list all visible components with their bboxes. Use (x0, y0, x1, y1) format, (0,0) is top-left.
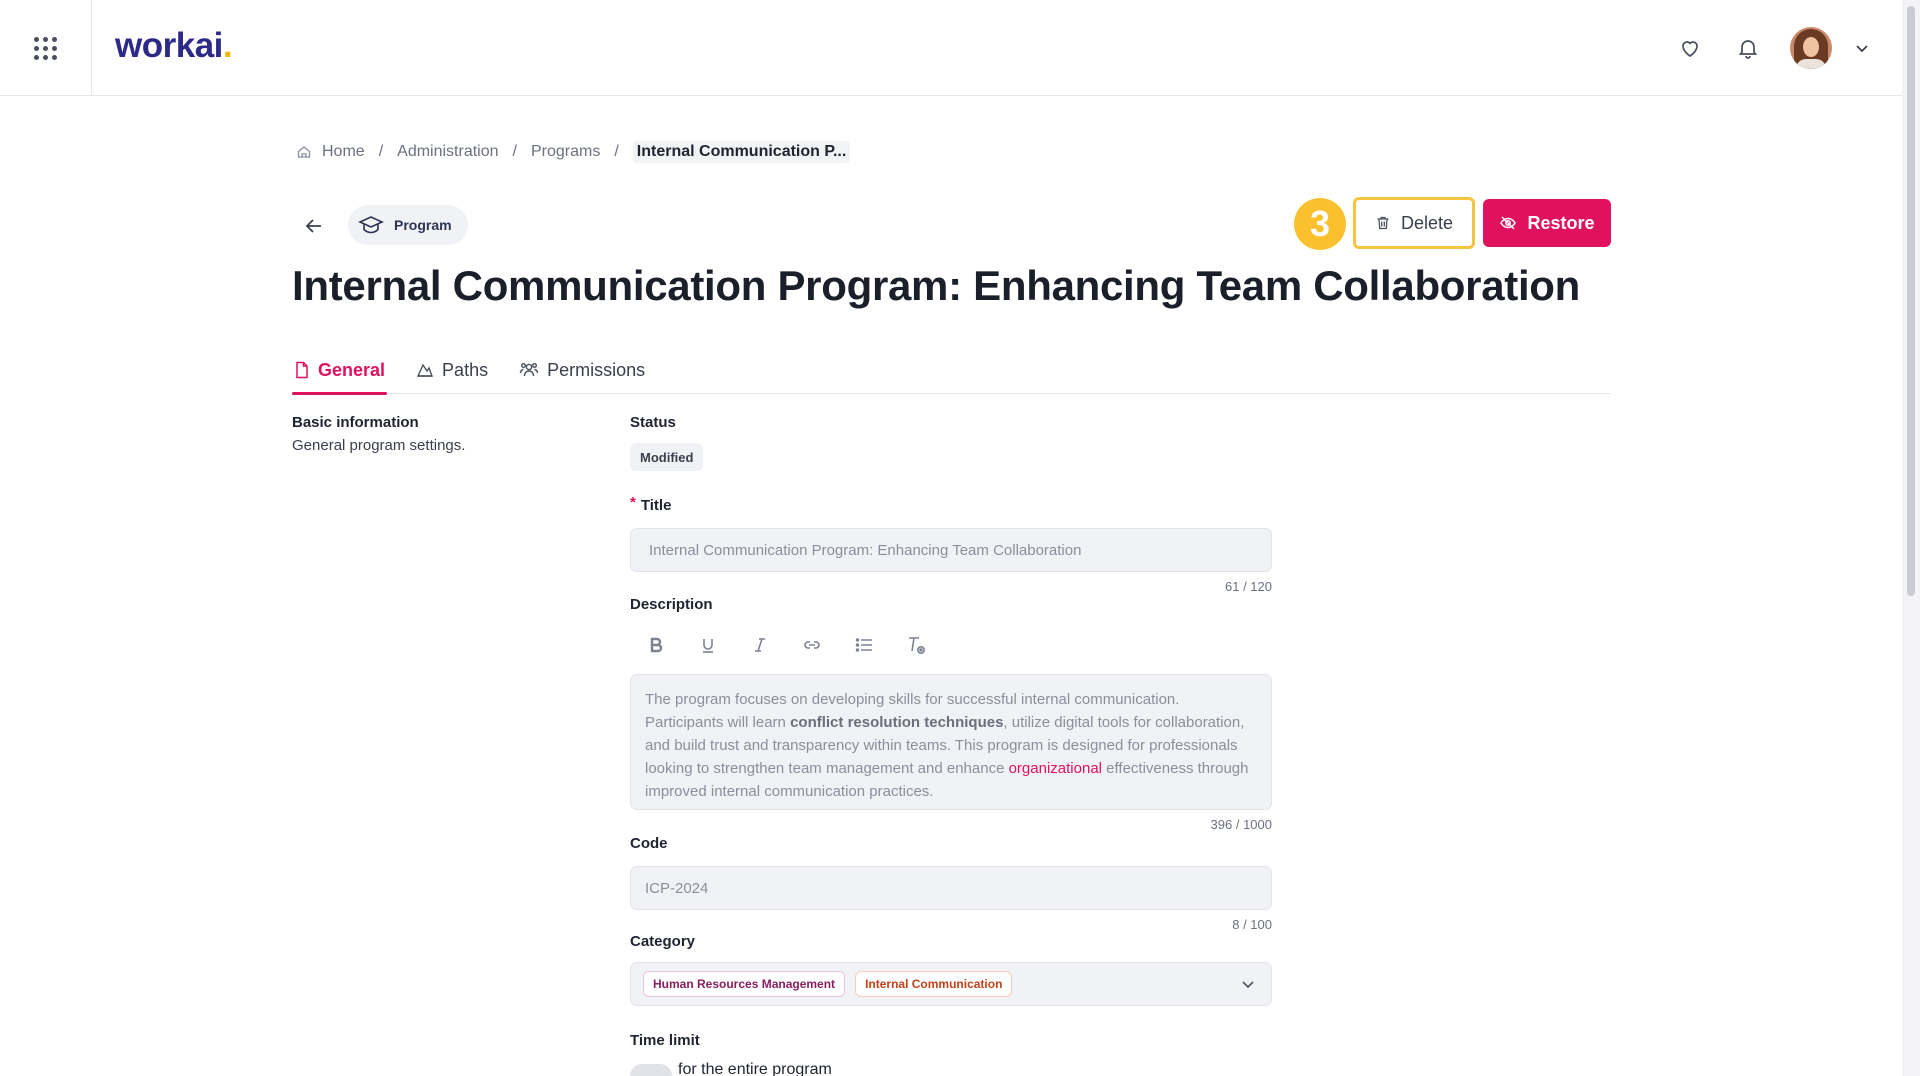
apps-menu-button[interactable] (0, 0, 92, 96)
type-badge-label: Program (394, 217, 452, 233)
title-char-counter: 61 / 120 (1225, 579, 1272, 594)
breadcrumb-home-label: Home (322, 143, 365, 160)
list-icon (855, 638, 872, 652)
title-label-text: Title (640, 497, 672, 514)
home-icon (297, 146, 311, 158)
italic-icon (755, 638, 765, 652)
workai-logo[interactable]: workai. (115, 26, 233, 66)
program-type-badge: Program (348, 205, 468, 245)
status-badge: Modified (630, 443, 704, 471)
underline-icon (703, 638, 713, 653)
category-chip[interactable]: Human Resources Management (643, 971, 846, 997)
bold-button[interactable] (630, 628, 682, 662)
notifications-button[interactable] (1734, 34, 1762, 62)
restore-label: Restore (1527, 212, 1595, 233)
code-input-value: ICP-2024 (645, 879, 709, 897)
clear-formatting-button[interactable] (890, 628, 942, 662)
breadcrumb-current: Internal Communication P... (632, 141, 851, 163)
document-icon (296, 361, 308, 379)
breadcrumb-separator: / (378, 143, 384, 160)
page-scrollbar[interactable] (1902, 0, 1920, 1076)
breadcrumb-separator: / (512, 143, 517, 160)
clear-format-icon (909, 637, 925, 654)
description-bold-text: conflict resolution techniques (790, 714, 1004, 731)
user-avatar[interactable] (1790, 27, 1832, 69)
chevron-down-icon (1242, 981, 1254, 989)
logo-text: workai (115, 26, 223, 65)
breadcrumb-separator: / (614, 143, 619, 160)
tab-permissions[interactable]: Permissions (517, 346, 647, 394)
description-label: Description (630, 596, 713, 613)
code-input[interactable]: ICP-2024 (630, 866, 1272, 910)
status-label: Status (630, 414, 676, 431)
time-limit-label: Time limit (630, 1032, 700, 1049)
logo-dot: . (222, 26, 233, 65)
tab-bar: General Paths Permissions (292, 346, 1611, 395)
description-highlight-text: organizational (1008, 760, 1102, 777)
code-label: Code (630, 835, 668, 852)
chevron-down-icon (1856, 45, 1868, 53)
step-number-marker: 3 (1294, 198, 1346, 250)
restore-button[interactable]: Restore (1483, 199, 1611, 247)
title-label: * Title (630, 494, 672, 514)
underline-button[interactable] (682, 628, 734, 662)
category-select[interactable]: Human Resources Management Internal Comm… (630, 962, 1272, 1006)
description-char-counter: 396 / 1000 (1210, 817, 1272, 832)
category-chip[interactable]: Internal Communication (855, 971, 1013, 997)
description-editor[interactable]: The program focuses on developing skills… (630, 674, 1272, 810)
bell-icon (1738, 40, 1758, 59)
title-input-value: Internal Communication Program: Enhancin… (649, 541, 1082, 559)
favorites-button[interactable] (1676, 34, 1704, 62)
trash-icon (1377, 216, 1389, 230)
bullet-list-button[interactable] (838, 628, 890, 662)
link-icon (804, 641, 820, 649)
required-marker: * (630, 494, 636, 511)
time-limit-option-label: for the entire program (678, 1061, 832, 1076)
page-title: Internal Communication Program: Enhancin… (292, 262, 1581, 309)
paths-icon (416, 363, 434, 377)
rich-text-toolbar (630, 628, 942, 662)
bold-icon (650, 637, 663, 653)
tab-general-label: General (318, 359, 386, 380)
tab-paths-label: Paths (442, 359, 489, 380)
link-button[interactable] (786, 628, 838, 662)
tab-general[interactable]: General (292, 346, 388, 395)
user-menu-toggle[interactable] (1850, 38, 1874, 58)
tab-paths[interactable]: Paths (414, 346, 490, 394)
delete-label: Delete (1400, 212, 1454, 233)
section-title: Basic information (292, 414, 419, 431)
apps-grid-icon (34, 36, 57, 60)
category-label: Category (630, 933, 696, 950)
breadcrumb-home[interactable]: Home (296, 143, 365, 161)
back-button[interactable] (296, 208, 332, 244)
scrollbar-thumb[interactable] (1907, 6, 1915, 596)
graduation-cap-icon (358, 216, 384, 234)
section-description: General program settings. (292, 437, 466, 454)
eye-off-icon (1500, 216, 1517, 230)
title-input[interactable]: Internal Communication Program: Enhancin… (630, 528, 1272, 572)
heart-icon (1682, 41, 1698, 58)
arrow-left-icon (305, 219, 321, 233)
tab-permissions-label: Permissions (547, 359, 646, 380)
breadcrumb-programs[interactable]: Programs (531, 143, 600, 161)
breadcrumb: Home / Administration / Programs / Inter… (296, 140, 851, 164)
breadcrumb-administration[interactable]: Administration (397, 143, 498, 161)
italic-button[interactable] (734, 628, 786, 662)
users-icon (519, 363, 539, 377)
code-char-counter: 8 / 100 (1232, 917, 1272, 932)
delete-button[interactable]: Delete (1353, 197, 1475, 249)
time-limit-toggle[interactable] (630, 1064, 672, 1076)
top-bar: workai. (0, 0, 1902, 96)
